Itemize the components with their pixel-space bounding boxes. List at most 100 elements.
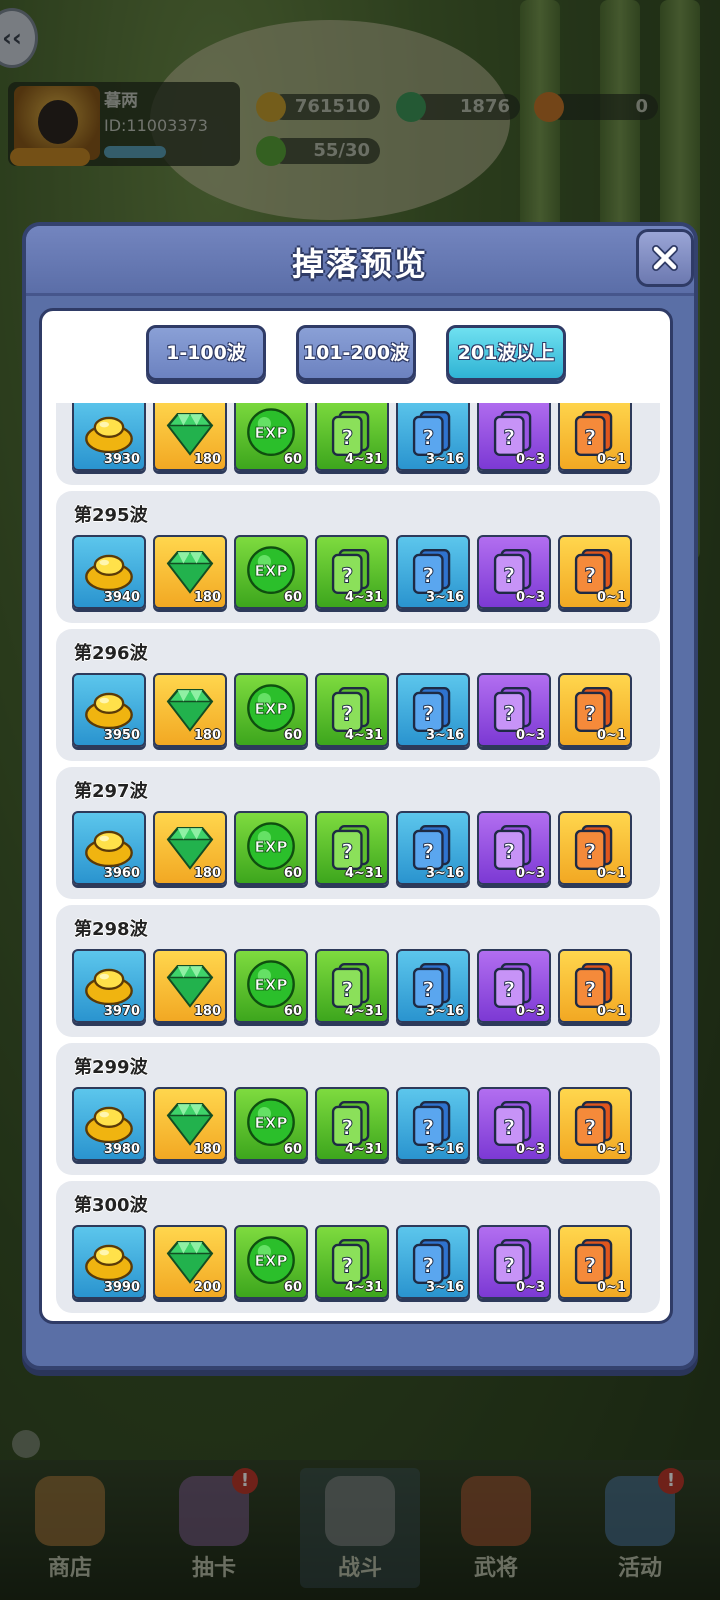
close-button[interactable] xyxy=(636,229,694,287)
reward-item-green-gem[interactable]: 200 xyxy=(153,1225,227,1299)
reward-row: 3950 180 EXP 60? 4~31? 3~16? 0~3? 0~1 xyxy=(72,673,632,747)
reward-quantity: 3930 xyxy=(103,452,140,467)
reward-item-green-mystery-card[interactable]: ? 4~31 xyxy=(315,673,389,747)
reward-quantity: 60 xyxy=(283,1280,302,1295)
reward-item-orange-mystery-card[interactable]: ? 0~1 xyxy=(558,535,632,609)
reward-item-purple-mystery-card[interactable]: ? 0~3 xyxy=(477,1225,551,1299)
reward-quantity: 3~16 xyxy=(425,452,464,467)
reward-item-purple-mystery-card[interactable]: ? 0~3 xyxy=(477,535,551,609)
reward-item-green-mystery-card[interactable]: ? 4~31 xyxy=(315,535,389,609)
reward-item-orange-mystery-card[interactable]: ? 0~1 xyxy=(558,403,632,471)
reward-item-blue-mystery-card[interactable]: ? 3~16 xyxy=(396,949,470,1023)
reward-item-green-mystery-card[interactable]: ? 4~31 xyxy=(315,403,389,471)
tab-101-200[interactable]: 101-200波 xyxy=(296,325,416,381)
reward-item-blue-mystery-card[interactable]: ? 3~16 xyxy=(396,673,470,747)
close-icon xyxy=(652,245,678,271)
modal-header: 掉落预览 xyxy=(26,226,694,296)
reward-item-orange-mystery-card[interactable]: ? 0~1 xyxy=(558,1087,632,1161)
reward-quantity: 200 xyxy=(193,1280,221,1295)
svg-text:?: ? xyxy=(503,1253,515,1277)
reward-quantity: 0~3 xyxy=(516,1142,545,1157)
reward-item-green-gem[interactable]: 180 xyxy=(153,949,227,1023)
svg-text:?: ? xyxy=(584,425,596,449)
reward-item-gold-ingot[interactable]: 3940 xyxy=(72,535,146,609)
svg-text:?: ? xyxy=(584,839,596,863)
svg-text:?: ? xyxy=(503,977,515,1001)
reward-item-purple-mystery-card[interactable]: ? 0~3 xyxy=(477,673,551,747)
reward-quantity: 60 xyxy=(283,866,302,881)
reward-item-blue-mystery-card[interactable]: ? 3~16 xyxy=(396,1225,470,1299)
wave-card: 第298波 3970 180 EXP 60? 4~31? 3~16? 0~3? 0~1 xyxy=(56,905,660,1037)
reward-item-blue-mystery-card[interactable]: ? 3~16 xyxy=(396,811,470,885)
reward-row: 3960 180 EXP 60? 4~31? 3~16? 0~3? 0~1 xyxy=(72,811,632,885)
reward-item-green-mystery-card[interactable]: ? 4~31 xyxy=(315,1225,389,1299)
tab-201-plus[interactable]: 201波以上 xyxy=(446,325,566,381)
reward-item-purple-mystery-card[interactable]: ? 0~3 xyxy=(477,949,551,1023)
reward-item-exp-orb[interactable]: EXP 60 xyxy=(234,949,308,1023)
reward-item-green-mystery-card[interactable]: ? 4~31 xyxy=(315,811,389,885)
reward-item-orange-mystery-card[interactable]: ? 0~1 xyxy=(558,673,632,747)
reward-item-orange-mystery-card[interactable]: ? 0~1 xyxy=(558,1225,632,1299)
reward-quantity: 3940 xyxy=(103,590,140,605)
reward-item-purple-mystery-card[interactable]: ? 0~3 xyxy=(477,403,551,471)
reward-item-exp-orb[interactable]: EXP 60 xyxy=(234,403,308,471)
reward-item-orange-mystery-card[interactable]: ? 0~1 xyxy=(558,811,632,885)
reward-quantity: 3~16 xyxy=(425,1280,464,1295)
reward-item-exp-orb[interactable]: EXP 60 xyxy=(234,673,308,747)
wave-card: 3930 180 EXP 60? 4~31? 3~16? 0~3? 0~1 xyxy=(56,403,660,485)
exp-label: EXP xyxy=(254,976,287,994)
reward-item-purple-mystery-card[interactable]: ? 0~3 xyxy=(477,1087,551,1161)
reward-quantity: 180 xyxy=(193,452,221,467)
wave-title: 第300波 xyxy=(74,1195,148,1216)
reward-item-exp-orb[interactable]: EXP 60 xyxy=(234,1087,308,1161)
reward-item-gold-ingot[interactable]: 3980 xyxy=(72,1087,146,1161)
wave-card: 第296波 3950 180 EXP 60? 4~31? 3~16? 0~3? 0~1 xyxy=(56,629,660,761)
reward-item-green-mystery-card[interactable]: ? 4~31 xyxy=(315,1087,389,1161)
svg-text:?: ? xyxy=(584,701,596,725)
reward-item-purple-mystery-card[interactable]: ? 0~3 xyxy=(477,811,551,885)
reward-item-blue-mystery-card[interactable]: ? 3~16 xyxy=(396,535,470,609)
reward-item-green-gem[interactable]: 180 xyxy=(153,811,227,885)
reward-item-gold-ingot[interactable]: 3930 xyxy=(72,403,146,471)
reward-quantity: 0~1 xyxy=(597,1004,626,1019)
wave-list[interactable]: 3930 180 EXP 60? 4~31? 3~16? 0~3? 0~1 第295波 3940 1… xyxy=(56,403,662,1313)
reward-item-green-gem[interactable]: 180 xyxy=(153,1087,227,1161)
tab-1-100[interactable]: 1-100波 xyxy=(146,325,266,381)
reward-item-exp-orb[interactable]: EXP 60 xyxy=(234,535,308,609)
reward-item-green-gem[interactable]: 180 xyxy=(153,403,227,471)
svg-text:?: ? xyxy=(503,563,515,587)
reward-quantity: 0~1 xyxy=(597,866,626,881)
svg-text:?: ? xyxy=(341,425,353,449)
svg-text:?: ? xyxy=(341,977,353,1001)
reward-item-gold-ingot[interactable]: 3950 xyxy=(72,673,146,747)
reward-quantity: 0~1 xyxy=(597,452,626,467)
reward-item-blue-mystery-card[interactable]: ? 3~16 xyxy=(396,403,470,471)
reward-item-exp-orb[interactable]: EXP 60 xyxy=(234,1225,308,1299)
reward-item-green-gem[interactable]: 180 xyxy=(153,673,227,747)
svg-text:?: ? xyxy=(584,977,596,1001)
reward-item-green-gem[interactable]: 180 xyxy=(153,535,227,609)
svg-text:?: ? xyxy=(503,839,515,863)
reward-quantity: 0~3 xyxy=(516,1280,545,1295)
reward-item-gold-ingot[interactable]: 3970 xyxy=(72,949,146,1023)
wave-title: 第298波 xyxy=(74,919,148,940)
reward-quantity: 0~3 xyxy=(516,866,545,881)
svg-text:?: ? xyxy=(422,701,434,725)
reward-quantity: 180 xyxy=(193,728,221,743)
modal-title: 掉落预览 xyxy=(291,245,428,283)
reward-item-gold-ingot[interactable]: 3990 xyxy=(72,1225,146,1299)
svg-text:?: ? xyxy=(422,839,434,863)
wave-card: 第299波 3980 180 EXP 60? 4~31? 3~16? 0~3? 0~1 xyxy=(56,1043,660,1175)
wave-title: 第295波 xyxy=(74,505,148,526)
reward-item-gold-ingot[interactable]: 3960 xyxy=(72,811,146,885)
reward-item-green-mystery-card[interactable]: ? 4~31 xyxy=(315,949,389,1023)
reward-quantity: 60 xyxy=(283,1004,302,1019)
reward-item-exp-orb[interactable]: EXP 60 xyxy=(234,811,308,885)
svg-text:?: ? xyxy=(422,1115,434,1139)
svg-text:?: ? xyxy=(422,425,434,449)
reward-row: 3990 200 EXP 60? 4~31? 3~16? 0~3? 0~1 xyxy=(72,1225,632,1299)
reward-item-orange-mystery-card[interactable]: ? 0~1 xyxy=(558,949,632,1023)
reward-item-blue-mystery-card[interactable]: ? 3~16 xyxy=(396,1087,470,1161)
exp-label: EXP xyxy=(254,1252,287,1270)
reward-quantity: 3950 xyxy=(103,728,140,743)
